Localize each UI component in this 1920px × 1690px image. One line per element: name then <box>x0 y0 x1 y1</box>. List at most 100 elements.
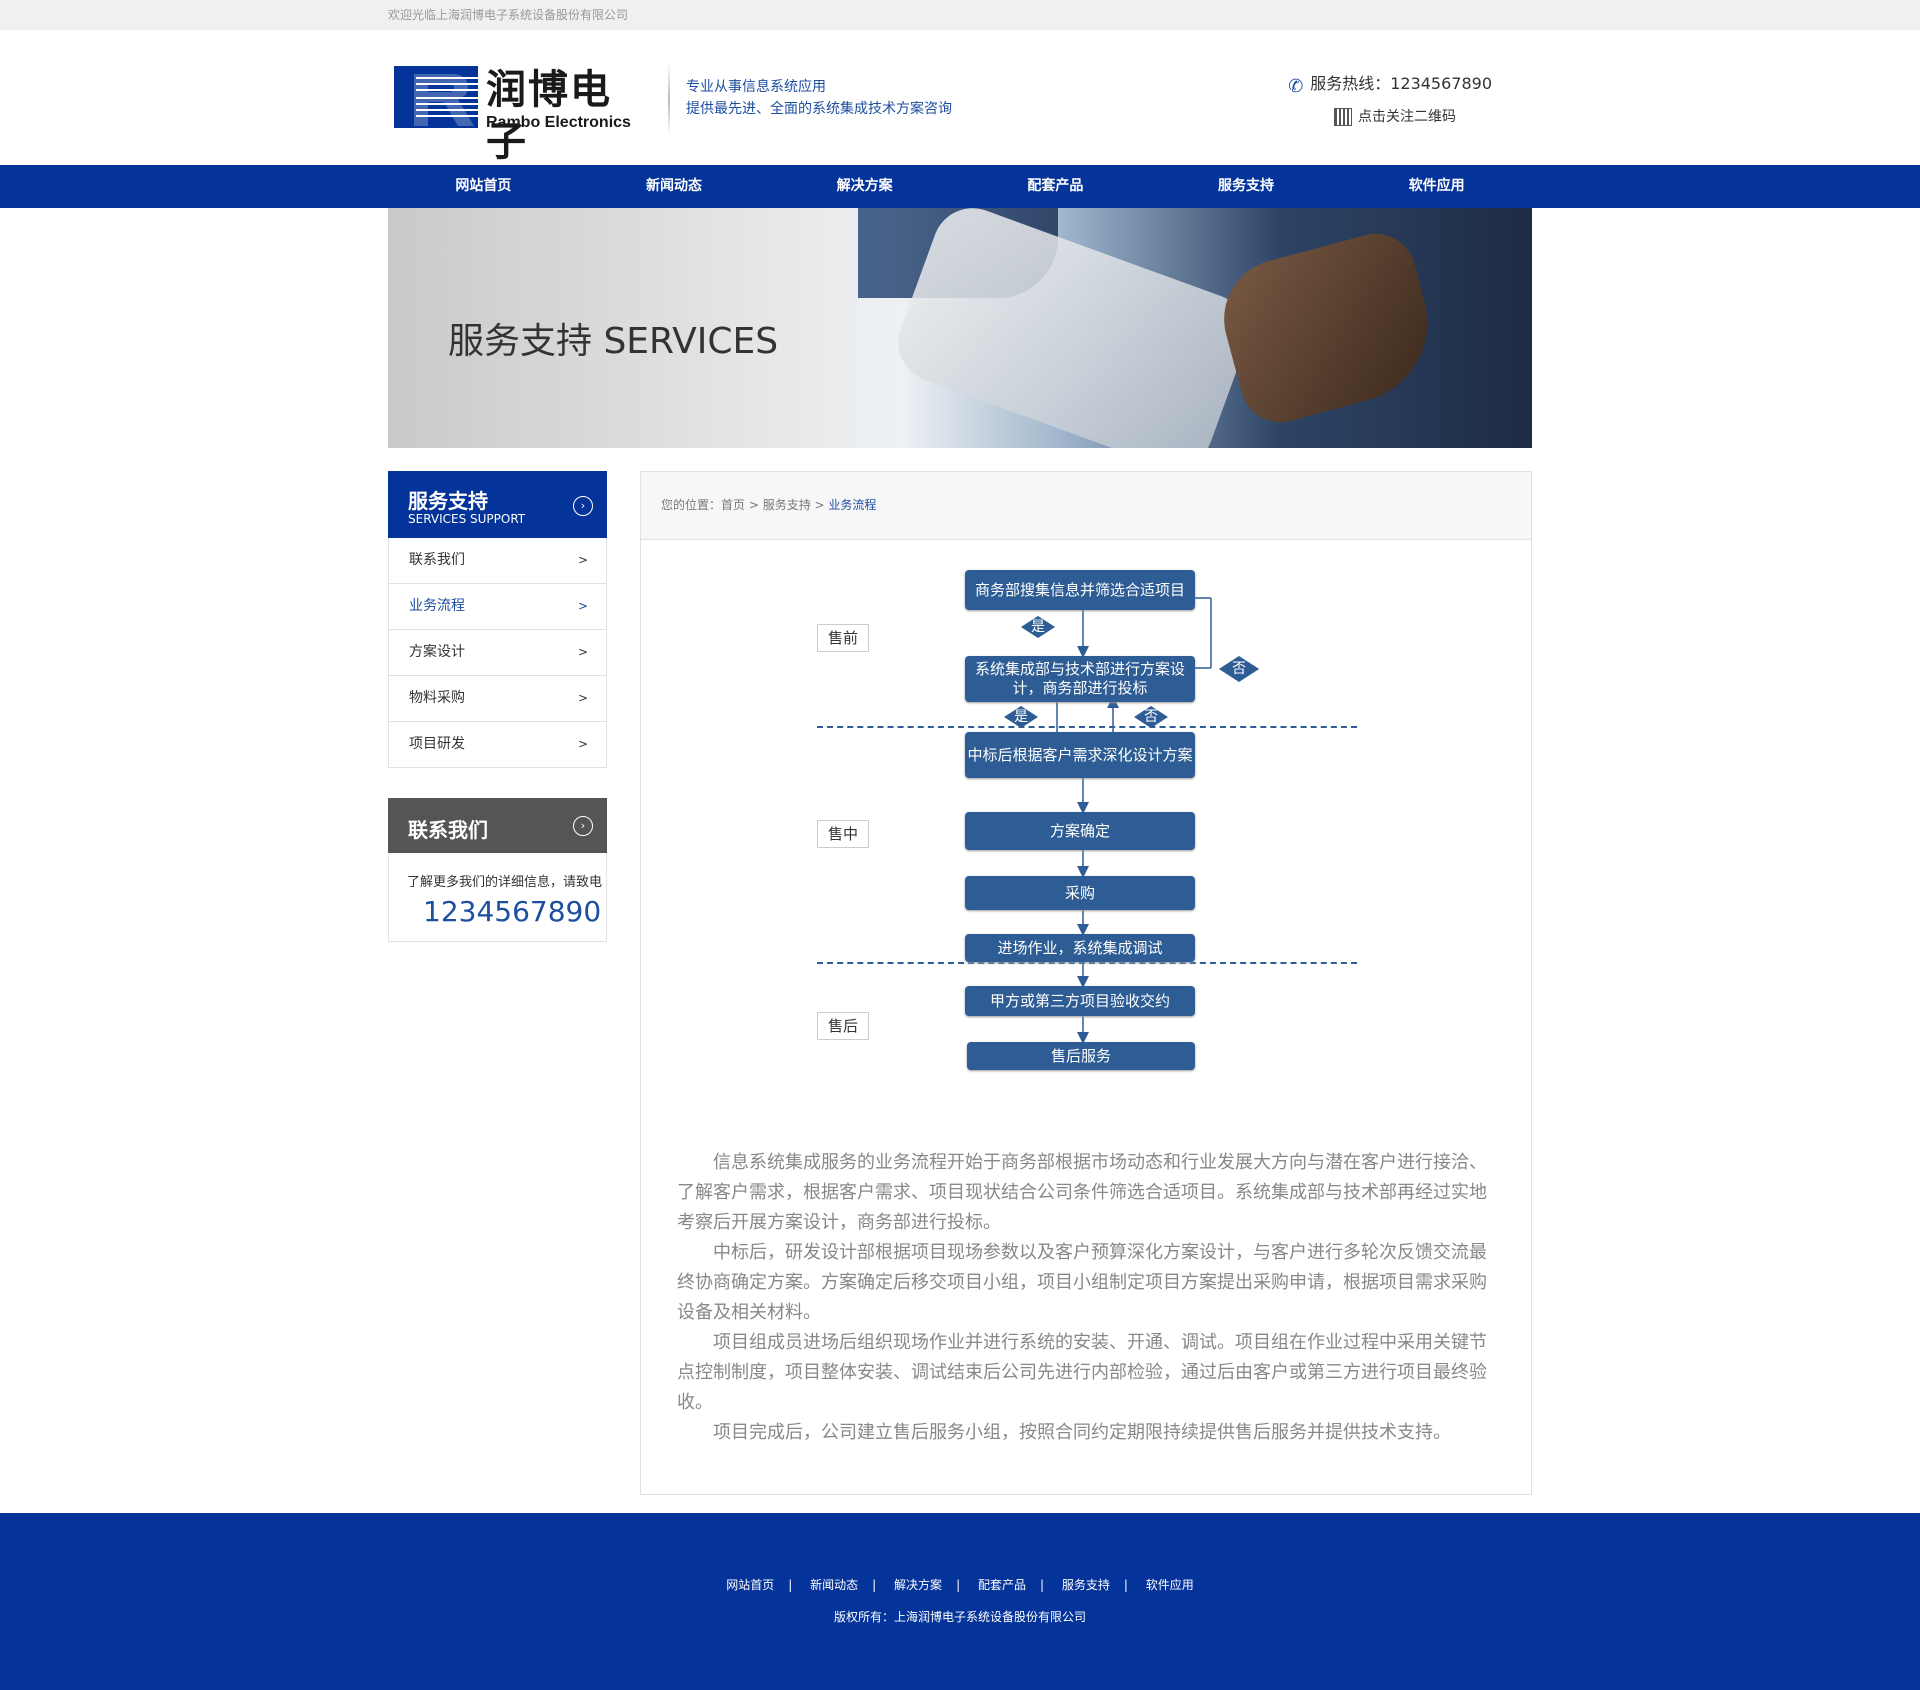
sidebar-item-label: 联系我们 <box>409 552 465 568</box>
description-paragraph: 项目完成后，公司建立售后服务小组，按照合同约定期限持续提供售后服务并提供技术支持… <box>713 1422 1451 1443</box>
qr-code-icon <box>1334 108 1352 126</box>
sidebar-item-procurement[interactable]: 物料采购 > <box>389 676 606 722</box>
chevron-right-icon: > <box>577 599 588 613</box>
sidebar-item-label: 方案设计 <box>409 644 465 660</box>
banner-title: 服务支持 SERVICES <box>448 321 779 362</box>
topbar: 欢迎光临上海润博电子系统设备股份有限公司 <box>0 0 1920 30</box>
breadcrumb: 您的位置：首页 > 服务支持 > 业务流程 <box>641 472 1531 540</box>
flow-step-5: 采购 <box>965 876 1195 910</box>
footer-link-solutions[interactable]: 解决方案 <box>894 1578 942 1592</box>
sidebar-title: 服务支持 <box>408 489 488 513</box>
contact-phone: 1234567890 <box>423 895 602 928</box>
chevron-right-icon: > <box>577 553 588 567</box>
breadcrumb-sep: > <box>745 498 763 512</box>
description-paragraph: 中标后，研发设计部根据项目现场参数以及客户预算深化方案设计，与客户进行多轮次反馈… <box>677 1242 1487 1323</box>
nav-item-home[interactable]: 网站首页 <box>388 165 579 208</box>
main-nav: 网站首页 新闻动态 解决方案 配套产品 服务支持 软件应用 <box>0 165 1920 208</box>
breadcrumb-section[interactable]: 服务支持 <box>763 498 811 512</box>
decision-no-label: 否 <box>1232 661 1246 677</box>
sidebar-item-contact[interactable]: 联系我们 > <box>389 538 606 584</box>
sidebar-item-process[interactable]: 业务流程 > <box>389 584 606 630</box>
logo-mark-icon <box>394 66 478 128</box>
banner-tablet-shape <box>887 208 1259 448</box>
circle-arrow-icon: › <box>573 816 593 836</box>
footer-separator: | <box>1039 1578 1044 1592</box>
qr-code-link[interactable]: 点击关注二维码 <box>1334 106 1456 126</box>
sidebar-item-design[interactable]: 方案设计 > <box>389 630 606 676</box>
phase-divider <box>817 962 1357 964</box>
phase-label-aftersale: 售后 <box>817 1012 869 1040</box>
hotline-number: 1234567890 <box>1390 74 1492 93</box>
phase-label-presale: 售前 <box>817 624 869 652</box>
banner: 服务支持 SERVICES <box>388 208 1532 448</box>
process-description: 信息系统集成服务的业务流程开始于商务部根据市场动态和行业发展大方向与潜在客户进行… <box>677 1148 1489 1448</box>
welcome-text: 欢迎光临上海润博电子系统设备股份有限公司 <box>388 8 629 22</box>
flow-step-7: 甲方或第三方项目验收交约 <box>965 986 1195 1016</box>
slogan-divider <box>668 62 670 136</box>
contact-title: 联系我们 <box>408 818 488 842</box>
sidebar: 服务支持 SERVICES SUPPORT › 联系我们 > 业务流程 > 方案设计… <box>388 471 607 942</box>
nav-item-products[interactable]: 配套产品 <box>960 165 1151 208</box>
description-paragraph: 项目组成员进场后组织现场作业并进行系统的安装、开通、调试。项目组在作业过程中采用… <box>677 1332 1487 1413</box>
logo[interactable]: 润博电子 Rambo Electronics <box>394 64 644 165</box>
main-area: 服务支持 SERVICES SUPPORT › 联系我们 > 业务流程 > 方案设计… <box>388 471 1532 1495</box>
circle-arrow-icon: › <box>573 496 593 516</box>
phase-divider <box>817 726 1357 728</box>
footer-separator: | <box>788 1578 793 1592</box>
contact-text: 了解更多我们的详细信息，请致电 <box>407 875 603 890</box>
sidebar-item-label: 项目研发 <box>409 736 465 752</box>
nav-item-services[interactable]: 服务支持 <box>1151 165 1342 208</box>
hotline-label: 服务热线： <box>1310 74 1391 93</box>
contact-header: 联系我们 › <box>388 798 607 853</box>
sidebar-subtitle: SERVICES SUPPORT <box>408 512 526 526</box>
breadcrumb-sep: > <box>810 498 829 512</box>
copyright: 版权所有：上海润博电子系统设备股份有限公司 <box>833 1610 1086 1624</box>
content-panel: 您的位置：首页 > 服务支持 > 业务流程 售前 售中 售后 商务部搜集信息并筛… <box>640 471 1532 1495</box>
hotline: ✆ 服务热线：1234567890 <box>1288 70 1492 97</box>
flow-step-1: 商务部搜集信息并筛选合适项目 <box>965 570 1195 610</box>
flow-step-4: 方案确定 <box>965 812 1195 850</box>
flow-step-6: 进场作业，系统集成调试 <box>965 934 1195 962</box>
process-flowchart: 售前 售中 售后 商务部搜集信息并筛选合适项目 系统集成部与技术部进行方案设计，… <box>811 570 1361 1072</box>
sidebar-list: 联系我们 > 业务流程 > 方案设计 > 物料采购 > 项目研发 > <box>388 538 607 768</box>
footer-separator: | <box>956 1578 961 1592</box>
nav-item-news[interactable]: 新闻动态 <box>579 165 770 208</box>
nav-item-solutions[interactable]: 解决方案 <box>769 165 960 208</box>
phase-label-in-sale: 售中 <box>817 820 869 848</box>
logo-english-name: Rambo Electronics <box>486 114 631 131</box>
qr-code-label: 点击关注二维码 <box>1358 109 1456 125</box>
decision-yes-label: 是 <box>1031 619 1045 635</box>
footer-link-home[interactable]: 网站首页 <box>726 1578 774 1592</box>
description-paragraph: 信息系统集成服务的业务流程开始于商务部根据市场动态和行业发展大方向与潜在客户进行… <box>677 1152 1487 1233</box>
chevron-right-icon: > <box>577 737 588 751</box>
breadcrumb-home[interactable]: 首页 <box>721 498 745 512</box>
slogan: 专业从事信息系统应用 提供最先进、全面的系统集成技术方案咨询 <box>686 76 952 120</box>
decision-yes-label: 是 <box>1014 709 1028 725</box>
footer-nav: 网站首页 | 新闻动态 | 解决方案 | 配套产品 | 服务支持 | 软件应用 <box>0 1576 1920 1593</box>
nav-item-software[interactable]: 软件应用 <box>1341 165 1532 208</box>
contact-box: 了解更多我们的详细信息，请致电 1234567890 <box>388 853 607 942</box>
banner-hand-shape <box>1210 224 1446 432</box>
sidebar-item-label: 物料采购 <box>409 690 465 706</box>
footer-link-services[interactable]: 服务支持 <box>1062 1578 1110 1592</box>
footer: 网站首页 | 新闻动态 | 解决方案 | 配套产品 | 服务支持 | 软件应用 版权所有：… <box>0 1513 1920 1690</box>
decision-no-label: 否 <box>1144 709 1158 725</box>
footer-link-products[interactable]: 配套产品 <box>978 1578 1026 1592</box>
footer-separator: | <box>1123 1578 1128 1592</box>
header: 润博电子 Rambo Electronics 专业从事信息系统应用 提供最先进、… <box>0 30 1920 165</box>
sidebar-item-rnd[interactable]: 项目研发 > <box>389 722 606 767</box>
slogan-line-2: 提供最先进、全面的系统集成技术方案咨询 <box>686 101 952 117</box>
sidebar-header: 服务支持 SERVICES SUPPORT › <box>388 471 607 538</box>
flow-step-2: 系统集成部与技术部进行方案设计，商务部进行投标 <box>965 656 1195 702</box>
footer-separator: | <box>872 1578 877 1592</box>
chevron-right-icon: > <box>577 691 588 705</box>
breadcrumb-current: 业务流程 <box>828 498 877 512</box>
sidebar-item-label: 业务流程 <box>409 598 465 614</box>
chevron-right-icon: > <box>577 645 588 659</box>
phone-icon: ✆ <box>1288 75 1304 97</box>
footer-link-news[interactable]: 新闻动态 <box>810 1578 858 1592</box>
footer-link-software[interactable]: 软件应用 <box>1146 1578 1194 1592</box>
slogan-line-1: 专业从事信息系统应用 <box>686 79 826 95</box>
flow-step-3: 中标后根据客户需求深化设计方案 <box>965 732 1195 778</box>
breadcrumb-prefix: 您的位置： <box>661 498 722 512</box>
